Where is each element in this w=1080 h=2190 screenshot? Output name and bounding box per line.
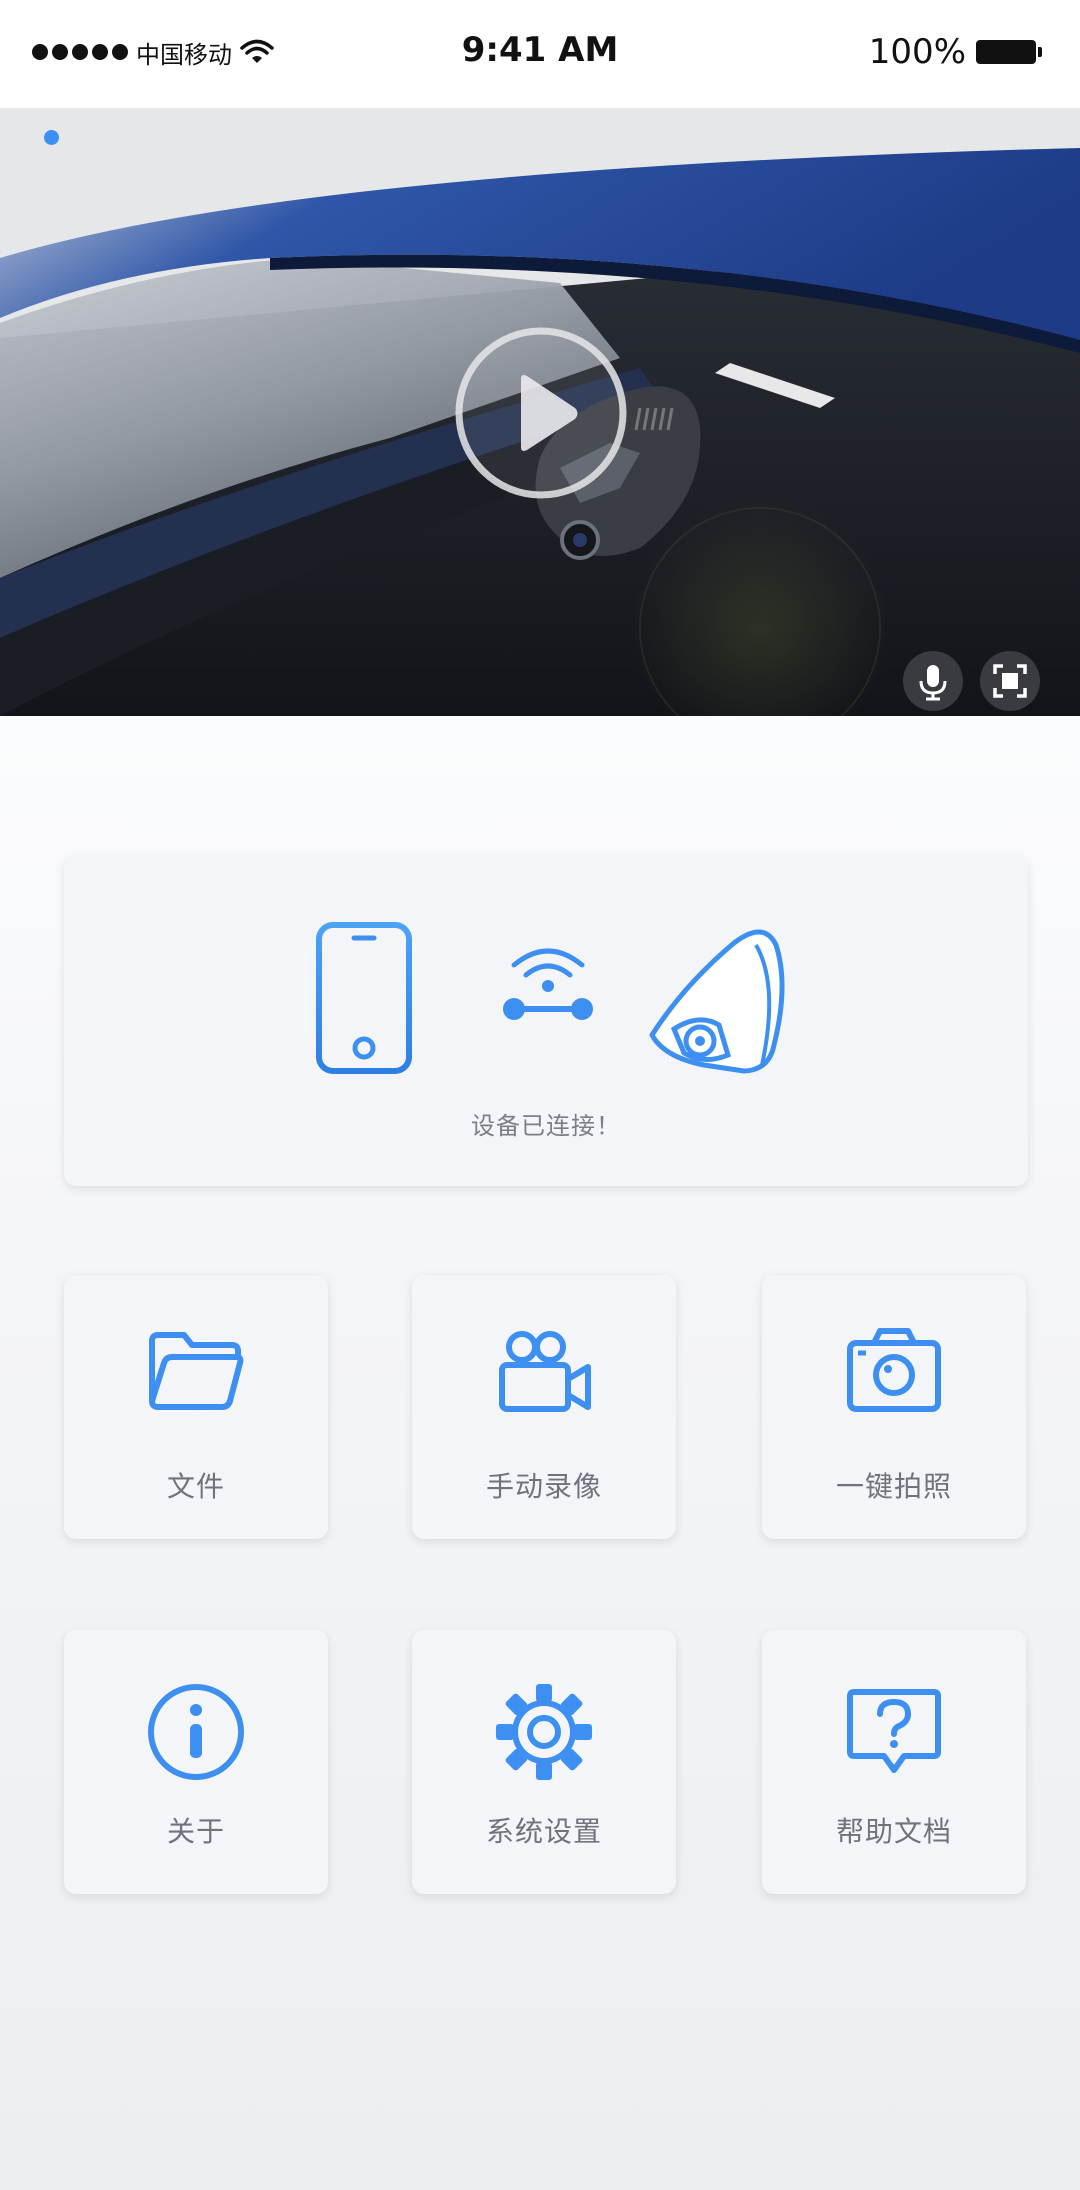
- fullscreen-icon: [993, 664, 1027, 698]
- tile-label: 系统设置: [485, 1815, 602, 1848]
- folder-icon: [149, 1332, 244, 1410]
- help-icon: [847, 1689, 941, 1773]
- status-right: 100%: [868, 32, 1042, 72]
- phone-icon: [316, 922, 412, 1074]
- microphone-button[interactable]: [903, 651, 963, 711]
- tile-label: 手动录像: [485, 1470, 602, 1503]
- tile-label: 关于: [166, 1815, 225, 1848]
- manual-record-tile[interactable]: 手动录像: [412, 1275, 676, 1539]
- gear-icon: [496, 1684, 592, 1780]
- microphone-icon: [919, 665, 947, 701]
- camera-icon: [847, 1328, 941, 1412]
- video-preview[interactable]: [0, 108, 1080, 716]
- wifi-link-icon: [503, 948, 593, 1020]
- status-bar: 中国移动 9:41 AM 100%: [0, 0, 1080, 108]
- settings-tile[interactable]: 系统设置: [412, 1630, 676, 1894]
- play-circle-icon[interactable]: [453, 325, 629, 501]
- tile-label: 文件: [166, 1470, 225, 1503]
- info-icon: [148, 1684, 244, 1780]
- connection-status-text: 设备已连接！: [471, 1112, 621, 1140]
- files-tile[interactable]: 文件: [64, 1275, 328, 1539]
- battery-icon: [976, 40, 1042, 64]
- battery-percent: 100%: [868, 32, 966, 72]
- connection-status-card: 设备已连接！: [64, 855, 1028, 1186]
- fullscreen-button[interactable]: [980, 651, 1040, 711]
- video-camera-icon: [499, 1331, 591, 1412]
- dashcam-icon: [649, 929, 785, 1074]
- help-tile[interactable]: 帮助文档: [762, 1630, 1026, 1894]
- snapshot-tile[interactable]: 一键拍照: [762, 1275, 1026, 1539]
- carousel-indicator: [44, 130, 59, 145]
- tile-label: 帮助文档: [835, 1815, 952, 1848]
- about-tile[interactable]: 关于: [64, 1630, 328, 1894]
- tile-label: 一键拍照: [835, 1470, 952, 1503]
